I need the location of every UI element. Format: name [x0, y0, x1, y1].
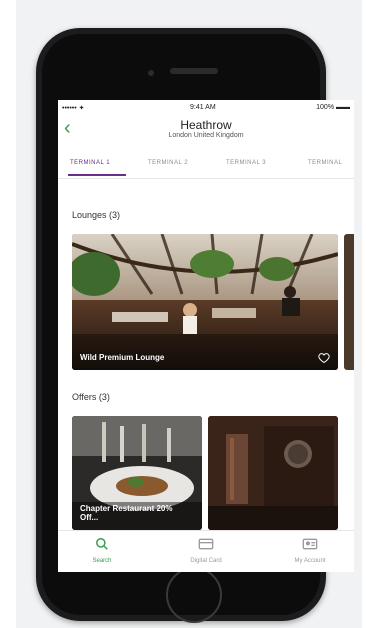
- status-time: 9:41 AM: [190, 104, 216, 111]
- heart-icon[interactable]: [318, 352, 330, 364]
- nav-search[interactable]: Search: [72, 537, 132, 564]
- nav-digital-card-label: Digital Card: [190, 558, 222, 564]
- status-bar: •••••• ✦ 9:41 AM 100% ▬▬: [58, 102, 354, 114]
- nav-header: ‹ Heathrow London United Kingdom: [58, 114, 354, 150]
- tab-terminal-2[interactable]: TERMINAL 2: [148, 160, 188, 166]
- active-tab-indicator: [68, 174, 126, 176]
- nav-my-account[interactable]: My Account: [280, 537, 340, 564]
- battery-indicator: 100% ▬▬: [316, 104, 350, 111]
- nav-search-label: Search: [92, 558, 112, 564]
- tab-terminal-4[interactable]: TERMINAL: [308, 160, 342, 166]
- carrier-signal: •••••• ✦: [62, 105, 85, 112]
- card-icon: [198, 538, 214, 550]
- offer-card-second[interactable]: [208, 416, 338, 530]
- offer-card-title: Chapter Restaurant 20% Off...: [80, 504, 173, 522]
- lounge-card[interactable]: Wild Premium Lounge: [72, 234, 338, 370]
- search-icon: [96, 538, 108, 550]
- account-icon: [302, 538, 318, 550]
- tab-terminal-3[interactable]: TERMINAL 3: [226, 160, 266, 166]
- terminal-tabs: TERMINAL 1 TERMINAL 2 TERMINAL 3 TERMINA…: [58, 152, 354, 179]
- offer-card-chapter[interactable]: Chapter Restaurant 20% Off...: [72, 416, 202, 530]
- app-screen: •••••• ✦ 9:41 AM 100% ▬▬ ‹ Heathrow Lond…: [58, 100, 354, 572]
- lounge-photo: [72, 234, 338, 370]
- nav-my-account-label: My Account: [294, 558, 326, 564]
- front-camera: [148, 70, 154, 76]
- home-button[interactable]: [166, 567, 222, 623]
- nav-digital-card[interactable]: Digital Card: [176, 537, 236, 564]
- page-subtitle: London United Kingdom: [168, 132, 244, 139]
- tab-terminal-1[interactable]: TERMINAL 1: [70, 160, 110, 166]
- lounge-card-next-peek[interactable]: [344, 234, 354, 370]
- bottom-navigation: Search Digital Card My Account: [58, 530, 354, 572]
- lounge-card-title: Wild Premium Lounge: [80, 353, 165, 362]
- earpiece-speaker: [170, 68, 218, 74]
- offer-photo-interior: [208, 416, 338, 530]
- lounges-heading: Lounges (3): [72, 210, 121, 220]
- offers-heading: Offers (3): [72, 392, 110, 402]
- page-title: Heathrow: [180, 118, 232, 132]
